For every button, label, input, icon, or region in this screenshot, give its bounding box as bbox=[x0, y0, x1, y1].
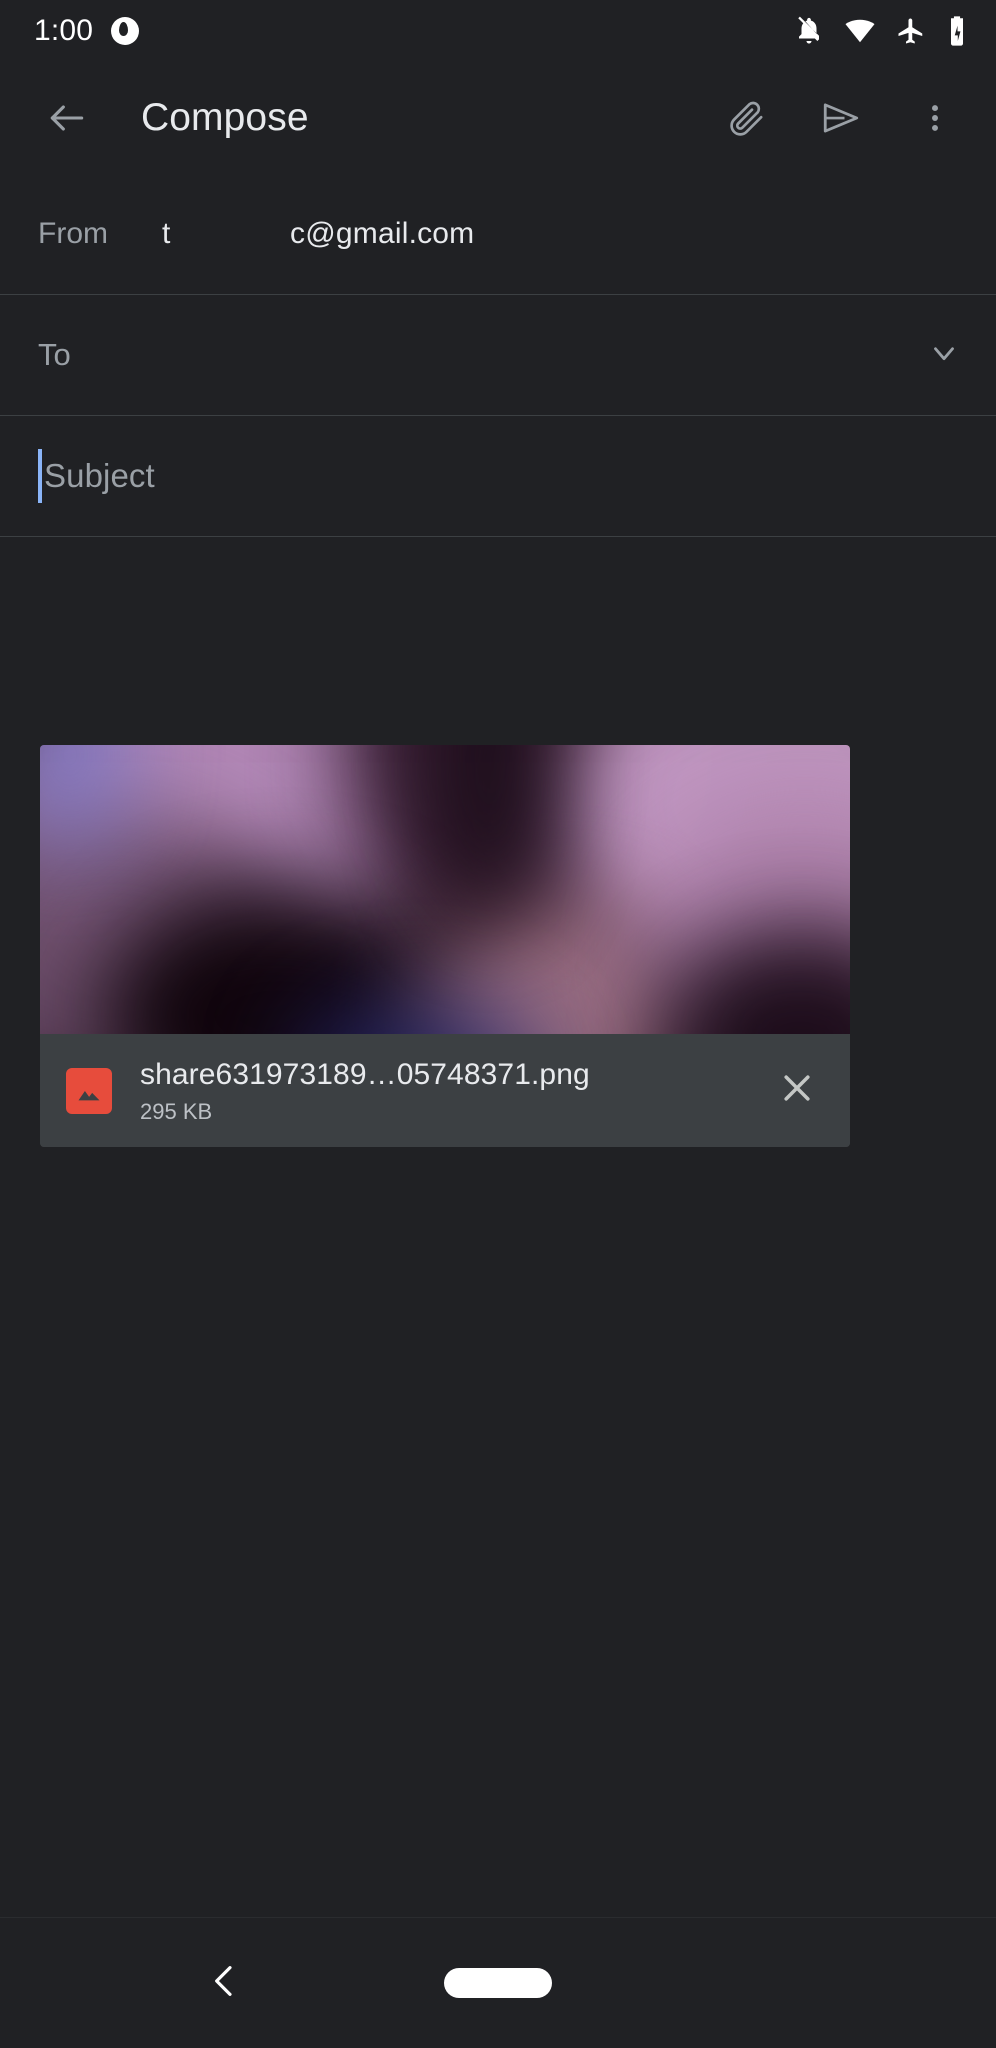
battery-charging-icon bbox=[946, 15, 968, 47]
system-navigation-bar bbox=[0, 1918, 996, 2048]
attach-file-button[interactable] bbox=[714, 85, 780, 151]
subject-field-row[interactable]: Subject bbox=[0, 416, 996, 536]
subject-placeholder: Subject bbox=[44, 457, 155, 494]
to-field-row[interactable]: To bbox=[0, 295, 996, 415]
home-pill-indicator[interactable] bbox=[444, 1968, 552, 1998]
text-caret bbox=[38, 449, 42, 503]
nav-back-button[interactable] bbox=[190, 1948, 260, 2018]
paperclip-icon bbox=[727, 98, 767, 138]
from-label: From bbox=[38, 217, 108, 250]
attachment-meta-row: share631973189…05748371.png 295 KB bbox=[40, 1034, 850, 1147]
status-bar: 1:00 bbox=[0, 0, 996, 62]
status-bar-left: 1:00 bbox=[34, 14, 140, 47]
from-address: t c@gmail.com bbox=[162, 217, 475, 250]
back-button[interactable] bbox=[34, 85, 100, 151]
to-input[interactable]: To bbox=[38, 337, 71, 373]
app-circle-icon bbox=[111, 17, 140, 45]
app-bar: Compose bbox=[0, 62, 996, 174]
send-button[interactable] bbox=[808, 85, 874, 151]
attachment-text: share631973189…05748371.png 295 KB bbox=[140, 1057, 766, 1124]
chevron-down-icon bbox=[927, 336, 961, 375]
attachment-card[interactable]: share631973189…05748371.png 295 KB bbox=[40, 745, 850, 1147]
arrow-back-icon bbox=[45, 96, 89, 140]
attachment-image-preview[interactable] bbox=[40, 745, 850, 1034]
airplane-mode-icon bbox=[896, 16, 926, 46]
overflow-menu-icon bbox=[918, 101, 952, 135]
wifi-icon bbox=[844, 16, 876, 46]
page-title: Compose bbox=[141, 96, 309, 139]
send-icon bbox=[820, 97, 862, 139]
from-field-row[interactable]: From t c@gmail.com bbox=[0, 174, 996, 294]
more-options-button[interactable] bbox=[902, 85, 968, 151]
close-icon bbox=[777, 1068, 817, 1113]
message-body-area[interactable]: share631973189…05748371.png 295 KB bbox=[0, 537, 996, 1147]
notifications-off-icon bbox=[794, 16, 824, 46]
status-clock: 1:00 bbox=[34, 14, 94, 47]
app-bar-actions bbox=[714, 85, 976, 151]
remove-attachment-button[interactable] bbox=[766, 1060, 828, 1122]
compose-header-fields: From t c@gmail.com To Subject bbox=[0, 174, 996, 537]
subject-input[interactable]: Subject bbox=[38, 449, 155, 503]
nav-back-chevron-icon bbox=[205, 1961, 245, 2006]
image-file-icon bbox=[66, 1067, 112, 1114]
status-bar-right bbox=[794, 15, 968, 47]
attachment-file-size: 295 KB bbox=[140, 1098, 213, 1124]
recipients-expand-button[interactable] bbox=[914, 325, 974, 385]
attachment-file-name: share631973189…05748371.png bbox=[140, 1058, 590, 1092]
